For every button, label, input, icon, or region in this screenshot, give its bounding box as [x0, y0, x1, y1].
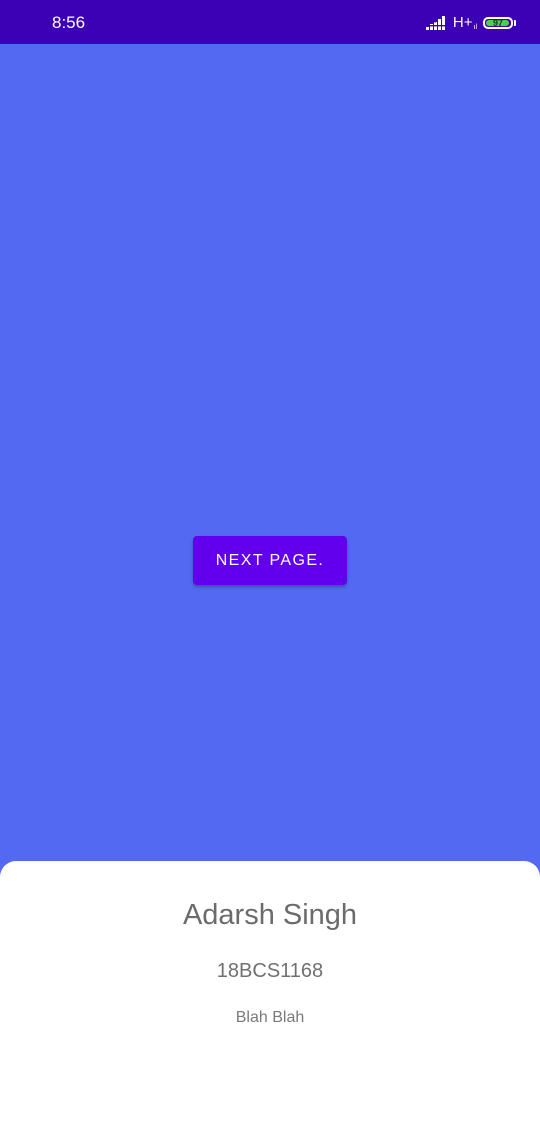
- network-type: H+: [452, 14, 473, 31]
- network-indicator: ıl: [473, 24, 478, 31]
- profile-card: Adarsh Singh 18BCS1168 Blah Blah: [0, 861, 540, 1140]
- profile-id: 18BCS1168: [216, 960, 324, 982]
- status-bar: 8:56 H+ ıl 97: [0, 0, 540, 44]
- next-page-button[interactable]: NEXT PAGE.: [193, 536, 347, 585]
- battery-icon: 97: [483, 17, 513, 29]
- profile-description: Blah Blah: [235, 1009, 305, 1026]
- status-icons: H+ ıl 97: [425, 13, 516, 33]
- profile-name: Adarsh Singh: [182, 899, 358, 931]
- battery-tip: [514, 20, 516, 26]
- signal-icon: [425, 16, 448, 30]
- battery-level: 97: [492, 18, 503, 28]
- status-time: 8:56: [52, 13, 86, 32]
